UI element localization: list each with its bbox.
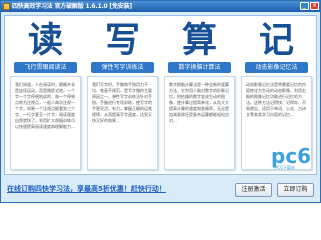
- panel-subtitle-bar: 数字换脑计算法: [168, 62, 231, 73]
- panel-card: 数字换脑计算法是一种全新的速算方法，它利用人脑对数字的形象记忆，把枯燥的数字变成…: [164, 76, 235, 170]
- app-icon: [3, 3, 10, 10]
- panel-description: 我们知道，人在阅读时，眼睛并非是连续运动，而是跳跃式地，一个字一个字停顿地读的，…: [15, 82, 75, 129]
- title-bar[interactable]: 四快高效学习法 官方破解版 1.6.1.0 [免安装] _ ×: [1, 1, 320, 12]
- register-activate-button[interactable]: 注册激活: [235, 183, 272, 197]
- panel-subtitle-bar: 动态影像记忆法: [245, 62, 308, 73]
- panel-subtitle: 数字换脑计算法: [178, 64, 221, 71]
- panel-subtitle: 动态影像记忆法: [255, 64, 298, 71]
- panel-char: 读: [27, 20, 63, 61]
- order-promo-link[interactable]: 在线订购四快学习法，享最高5折优惠！赶快行动！: [7, 185, 166, 194]
- panel-description: 我们写字时，手腕和手指用力不均、笔画不规范，是写字慢的主要原因之一。弹性写字训练…: [92, 82, 152, 123]
- pc6-watermark-logo: pc6 PC6下载站: [271, 140, 319, 172]
- panel-header: 记 动态影像记忆法: [241, 21, 312, 79]
- panel-card: 我们写字时，手腕和手指用力不均、笔画不规范，是写字慢的主要原因之一。弹性写字训练…: [87, 76, 158, 170]
- panel-write[interactable]: 写 弹性写字训练法 我们写字时，手腕和手指用力不均、笔画不规范，是写字慢的主要原…: [87, 21, 158, 170]
- panel-description: 数字换脑计算法是一种全新的速算方法，它利用人脑对数字的形象记忆，把枯燥的数字变成…: [169, 82, 229, 123]
- main-content: 读 飞行贯眼阅读法 我们知道，人在阅读时，眼睛并非是连续运动，而是跳跃式地，一个…: [4, 15, 317, 175]
- watermark-text: pc6: [271, 144, 312, 168]
- order-now-button[interactable]: 立即订购: [277, 183, 314, 197]
- panel-header: 写 弹性写字训练法: [87, 21, 158, 79]
- panel-char: 记: [258, 20, 294, 61]
- panel-calculate[interactable]: 算 数字换脑计算法 数字换脑计算法是一种全新的速算方法，它利用人脑对数字的形象记…: [164, 21, 235, 170]
- panel-card: 我们知道，人在阅读时，眼睛并非是连续运动，而是跳跃式地，一个字一个字停顿地读的，…: [10, 76, 81, 170]
- panel-read[interactable]: 读 飞行贯眼阅读法 我们知道，人在阅读时，眼睛并非是连续运动，而是跳跃式地，一个…: [10, 21, 81, 170]
- panel-header: 读 飞行贯眼阅读法: [10, 21, 81, 79]
- panel-subtitle: 弹性写字训练法: [101, 64, 144, 71]
- panel-subtitle-bar: 弹性写字训练法: [91, 62, 154, 73]
- panel-subtitle: 飞行贯眼阅读法: [24, 64, 67, 71]
- window-title: 四快高效学习法 官方破解版 1.6.1.0 [免安装]: [12, 3, 132, 10]
- minimize-button[interactable]: _: [300, 2, 309, 10]
- panel-subtitle-bar: 飞行贯眼阅读法: [14, 62, 77, 73]
- panel-char: 算: [181, 20, 217, 61]
- app-window: 四快高效学习法 官方破解版 1.6.1.0 [免安装] _ × 读 飞行贯眼阅读…: [0, 0, 321, 203]
- panel-char: 写: [104, 20, 140, 61]
- close-button[interactable]: ×: [310, 2, 319, 10]
- footer-bar: 在线订购四快学习法，享最高5折优惠！赶快行动！ 注册激活 立即订购: [1, 178, 320, 202]
- watermark-subtext: PC6下载站: [275, 165, 295, 170]
- panel-header: 算 数字换脑计算法: [164, 21, 235, 79]
